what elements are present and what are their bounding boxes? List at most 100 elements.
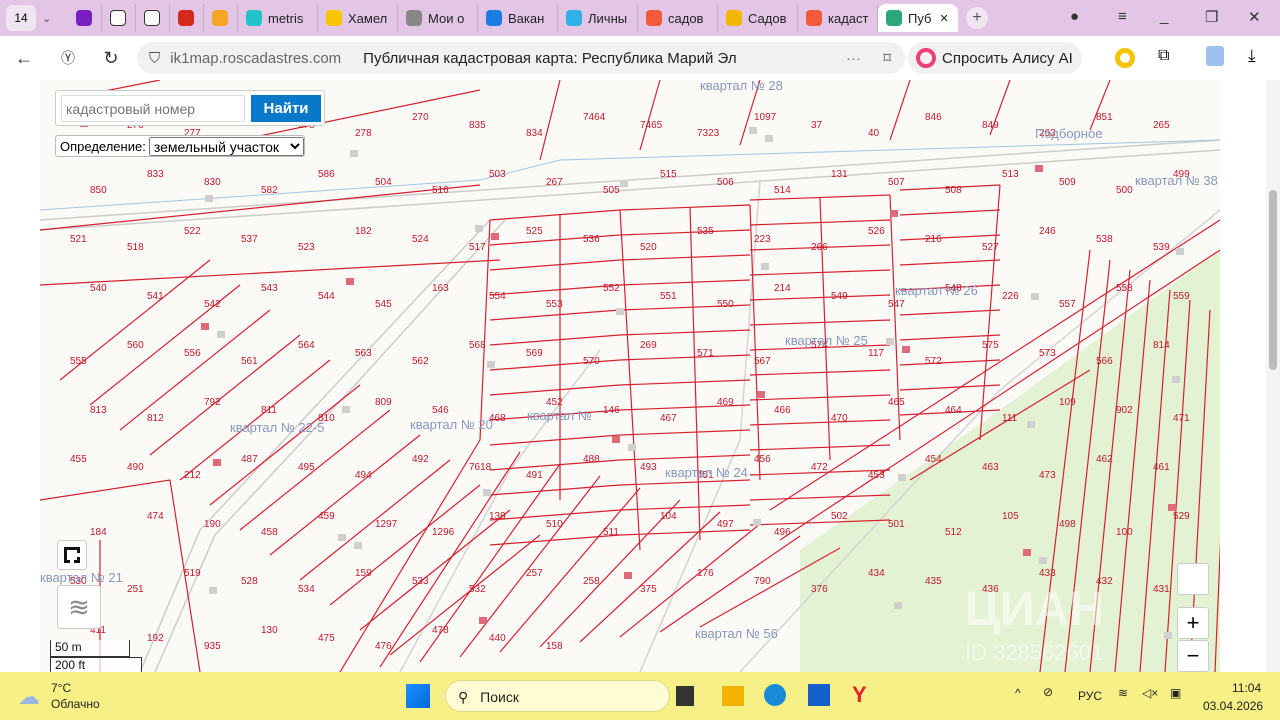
parcel-number: 507 <box>888 177 905 188</box>
fullscreen-button[interactable] <box>1177 563 1209 595</box>
tray-chevron-icon[interactable]: ^ <box>1015 686 1021 700</box>
more-icon[interactable]: ··· <box>846 50 861 67</box>
parcel-number: 375 <box>640 584 657 595</box>
parcel-number: 104 <box>660 511 677 522</box>
download-icon[interactable]: ⤓ <box>1248 46 1256 66</box>
parcel-number: 265 <box>1153 120 1170 131</box>
parcel-number: 434 <box>868 568 885 579</box>
tab[interactable] <box>170 4 204 32</box>
parcel-boundary <box>40 259 501 286</box>
parcel-number: 496 <box>774 527 791 538</box>
parcel-number: 571 <box>697 348 714 359</box>
parcel-number: 473 <box>1039 470 1056 481</box>
building <box>479 617 487 624</box>
parcel-boundary <box>619 229 751 236</box>
tab[interactable]: Пуб ✕ <box>878 4 958 32</box>
onedrive-icon[interactable]: ⊘ <box>1043 685 1053 699</box>
building <box>761 263 769 270</box>
tab[interactable]: Личны <box>558 4 638 32</box>
tab[interactable]: кадаст <box>798 4 878 32</box>
find-button[interactable]: Найти <box>251 95 321 122</box>
alice-icon <box>916 48 936 68</box>
coin-icon[interactable] <box>1115 48 1135 68</box>
extensions-icon[interactable]: ⧉ <box>1158 47 1169 65</box>
parcel-number: 130 <box>261 625 278 636</box>
start-icon[interactable] <box>406 684 430 708</box>
reload-icon[interactable]: ↻ <box>93 48 129 69</box>
building <box>354 542 362 549</box>
parcel-number: 540 <box>90 283 107 294</box>
parcel-boundary <box>619 329 751 336</box>
tab-counter[interactable]: 14 <box>6 5 36 31</box>
yandex-icon <box>806 10 822 26</box>
close-tab-icon[interactable]: ✕ <box>939 12 948 25</box>
minimize-button[interactable]: _ <box>1160 8 1168 25</box>
taskbar-search[interactable]: ⚲ Поиск <box>445 680 670 712</box>
watermark: ЦИАН <box>965 583 1104 636</box>
parcel-number: 550 <box>717 299 734 310</box>
parcel-number: 7323 <box>697 128 720 139</box>
tab[interactable] <box>204 4 238 32</box>
parcel-number: 1297 <box>375 519 398 530</box>
alice-button[interactable]: Спросить Алису AI <box>908 42 1082 74</box>
parcel-number: 182 <box>355 226 372 237</box>
tab[interactable]: Мои о <box>398 4 478 32</box>
clock-date[interactable]: 03.04.2026 <box>1203 699 1263 713</box>
parcel-number: 564 <box>298 340 315 351</box>
yandex-home-icon[interactable]: Ⓨ <box>50 48 86 68</box>
parcel-number: 474 <box>147 511 164 522</box>
tab[interactable]: садов <box>638 4 718 32</box>
temperature: 7°C <box>51 681 72 695</box>
close-window-button[interactable]: ✕ <box>1248 8 1261 26</box>
battery-icon[interactable]: ▣ <box>1170 686 1181 700</box>
layers-button[interactable]: ≋ <box>57 585 101 629</box>
tab[interactable]: metris <box>238 4 318 32</box>
map-canvas[interactable]: 2762762772772782782708358347464746573231… <box>40 80 1220 672</box>
tab[interactable] <box>68 4 102 32</box>
language-indicator[interactable]: РУС <box>1078 689 1102 703</box>
wifi-icon[interactable]: ≋ <box>1118 686 1128 700</box>
tabs-dropdown-icon[interactable]: ⌄ <box>42 12 68 25</box>
zoom-out-button[interactable]: − <box>1177 640 1209 672</box>
menu-icon[interactable]: ≡ <box>1118 8 1127 25</box>
parcel-number: 176 <box>697 568 714 579</box>
measure-button[interactable] <box>57 540 87 570</box>
building <box>616 308 624 315</box>
parcel-boundary <box>619 204 751 211</box>
zoom-in-button[interactable]: + <box>1177 607 1209 639</box>
url-field[interactable]: ⛉ ik1map.roscadastres.com Публичная када… <box>137 42 905 74</box>
page-scrollbar[interactable] <box>1266 80 1280 672</box>
weather-status: Облачно <box>51 697 100 711</box>
task-view-icon[interactable] <box>676 686 694 706</box>
parcel-number: 159 <box>355 568 372 579</box>
tab[interactable]: Вакан <box>478 4 558 32</box>
parcel-number: 510 <box>546 519 563 530</box>
edge-icon[interactable] <box>764 684 786 706</box>
back-icon[interactable]: ← <box>6 48 42 69</box>
tab[interactable]: Садов <box>718 4 798 32</box>
parcel-number: 376 <box>811 584 828 595</box>
cadastral-number-input[interactable] <box>61 95 245 122</box>
parcel-boundary <box>749 294 891 301</box>
cadastral-map[interactable]: 2762762772772782782708358347464746573231… <box>40 80 1220 672</box>
bookmark-icon[interactable]: ⌑ <box>883 49 891 67</box>
tab[interactable] <box>136 4 170 32</box>
file-explorer-icon[interactable] <box>722 686 744 706</box>
extension-check-icon[interactable] <box>1206 46 1224 66</box>
taskbar-search-label: Поиск <box>480 689 519 705</box>
profile-icon[interactable]: ● <box>1070 8 1079 25</box>
store-icon[interactable] <box>808 684 830 706</box>
tab-label: Мои о <box>428 10 465 26</box>
restore-button[interactable]: ❐ <box>1205 8 1218 26</box>
tab[interactable] <box>102 4 136 32</box>
building <box>890 210 898 217</box>
clock-time[interactable]: 11:04 <box>1232 681 1261 695</box>
tab[interactable]: Хамел <box>318 4 398 32</box>
definition-select[interactable]: земельный участок <box>148 136 304 156</box>
parcel-number: 490 <box>127 462 144 473</box>
yandex-browser-icon[interactable]: Y <box>852 682 867 708</box>
parcel-number: 524 <box>412 234 429 245</box>
new-tab-button[interactable]: + <box>966 7 988 29</box>
volume-muted-icon[interactable]: ◁× <box>1142 686 1158 700</box>
scrollbar-thumb[interactable] <box>1269 190 1277 370</box>
